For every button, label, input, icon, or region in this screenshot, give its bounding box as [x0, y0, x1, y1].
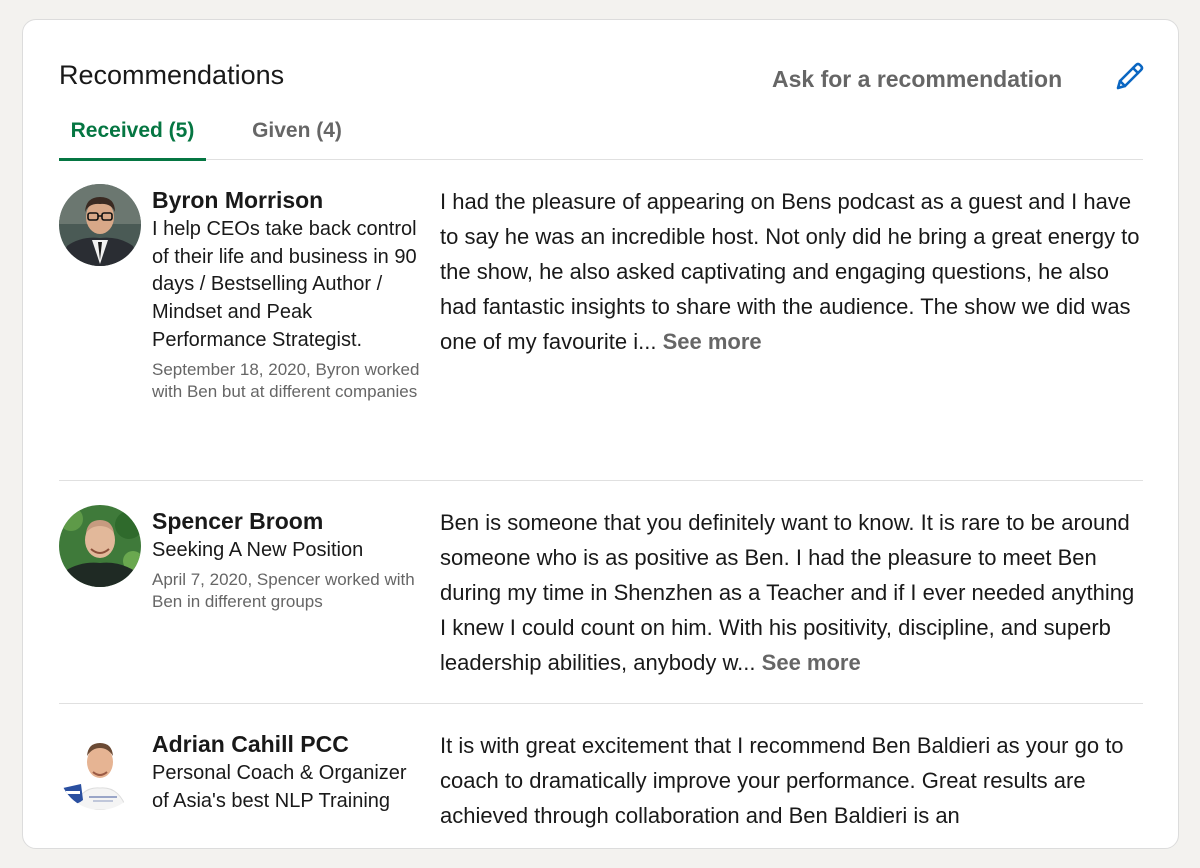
recommendation-text: It is with great excitement that I recom…	[440, 728, 1140, 833]
recommendation-text: I had the pleasure of appearing on Bens …	[440, 184, 1140, 359]
recommendation-body: It is with great excitement that I recom…	[440, 733, 1124, 828]
see-more-link[interactable]: See more	[663, 329, 762, 354]
recommendation-relation: September 18, 2020, Byron worked with Be…	[152, 359, 420, 401]
recommender-name[interactable]: Adrian Cahill PCC	[152, 728, 424, 760]
recommendation-item: Byron Morrison I help CEOs take back con…	[59, 184, 1143, 481]
section-header: Recommendations Ask for a recommendation	[59, 58, 1144, 102]
recommender-meta: Spencer Broom Seeking A New Position Apr…	[152, 505, 424, 613]
recommendations-card: Recommendations Ask for a recommendation…	[22, 19, 1179, 849]
recommendation-body: I had the pleasure of appearing on Bens …	[440, 189, 1140, 354]
pencil-icon[interactable]	[1112, 60, 1146, 94]
recommender-meta: Adrian Cahill PCC Personal Coach & Organ…	[152, 728, 424, 815]
recommendation-text: Ben is someone that you definitely want …	[440, 505, 1140, 680]
recommender-headline: Personal Coach & Organizer of Asia's bes…	[152, 762, 407, 812]
section-title: Recommendations	[59, 60, 285, 90]
avatar[interactable]	[59, 728, 141, 810]
see-more-link[interactable]: See more	[762, 650, 861, 675]
recommender-name[interactable]: Spencer Broom	[152, 505, 424, 537]
recommendation-relation: April 7, 2020, Spencer worked with Ben i…	[152, 569, 415, 611]
recommender-meta: Byron Morrison I help CEOs take back con…	[152, 184, 424, 403]
recommender-headline: Seeking A New Position	[152, 539, 364, 561]
recommender-headline: I help CEOs take back control of their l…	[152, 218, 417, 351]
recommender-name[interactable]: Byron Morrison	[152, 184, 424, 216]
recommendation-item: Spencer Broom Seeking A New Position Apr…	[59, 505, 1143, 704]
avatar[interactable]	[59, 505, 141, 587]
avatar[interactable]	[59, 184, 141, 266]
tab-given[interactable]: Given (4)	[241, 116, 353, 160]
ask-recommendation-link[interactable]: Ask for a recommendation	[772, 66, 1062, 93]
recommendation-tabs: Received (5) Given (4)	[59, 116, 1143, 161]
recommendation-item: Adrian Cahill PCC Personal Coach & Organ…	[59, 728, 1143, 868]
tab-received[interactable]: Received (5)	[59, 116, 206, 161]
